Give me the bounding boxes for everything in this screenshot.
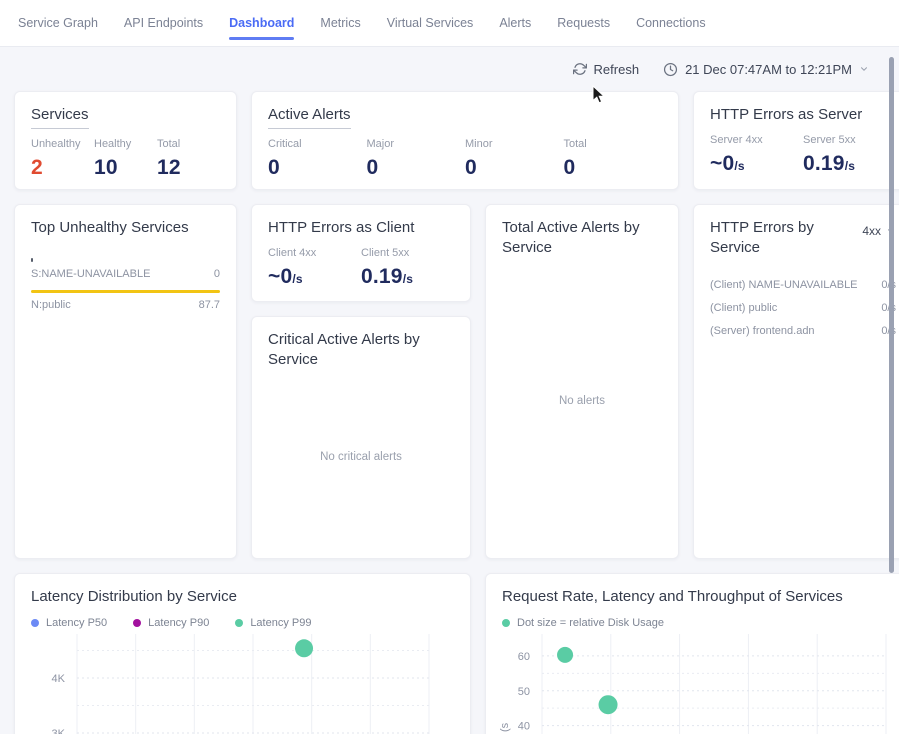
- chart-point[interactable]: [557, 646, 573, 662]
- refresh-button[interactable]: Refresh: [573, 62, 640, 77]
- active-alerts-card-title: Active Alerts: [268, 105, 351, 129]
- stat-total-alerts: Total 0: [564, 138, 663, 180]
- critical-alerts-empty-message: No critical alerts: [268, 369, 454, 545]
- request-rate-card: Request Rate, Latency and Throughput of …: [485, 573, 899, 734]
- http-errors-service-list: (Client) NAME-UNAVAILABLE 0/s (Client) p…: [710, 273, 896, 342]
- http-errors-client-stats: Client 4xx ~0/s Client 5xx 0.19/s: [268, 247, 454, 289]
- unhealthy-bar-item: N:public 87.7: [31, 290, 220, 311]
- tab-connections[interactable]: Connections: [636, 0, 706, 46]
- unhealthy-bar-item: S:NAME-UNAVAILABLE 0: [31, 258, 220, 280]
- svg-text:50: 50: [518, 685, 530, 697]
- request-rate-chart-legend: Dot size = relative Disk Usage: [502, 617, 896, 629]
- top-unhealthy-title: Top Unhealthy Services: [31, 218, 220, 238]
- time-range-picker[interactable]: 21 Dec 07:47AM to 12:21PM: [663, 62, 869, 77]
- service-error-row: (Client) NAME-UNAVAILABLE 0/s: [710, 273, 896, 296]
- svg-text:60: 60: [518, 650, 530, 662]
- bar-label: N:public: [31, 299, 71, 311]
- stat-server-5xx: Server 5xx 0.19/s: [803, 134, 896, 176]
- bar: [31, 258, 33, 262]
- http-errors-client-card: HTTP Errors as Client Client 4xx ~0/s Cl…: [251, 204, 471, 302]
- stat-server-4xx: Server 4xx ~0/s: [710, 134, 803, 176]
- tab-dashboard[interactable]: Dashboard: [229, 0, 294, 46]
- middle-column: HTTP Errors as Client Client 4xx ~0/s Cl…: [251, 204, 471, 559]
- critical-alerts-title: Critical Active Alerts by Service: [268, 330, 428, 369]
- latency-chart-title: Latency Distribution by Service: [31, 587, 454, 607]
- latency-chart-legend: Latency P50 Latency P90 Latency P99: [31, 617, 454, 629]
- unhealthy-bar-chart: S:NAME-UNAVAILABLE 0 N:public 87.7: [31, 258, 220, 311]
- stat-client-5xx: Client 5xx 0.19/s: [361, 247, 454, 289]
- bar-value: 87.7: [199, 299, 220, 311]
- stat-healthy: Healthy 10: [94, 138, 157, 180]
- services-stats: Unhealthy 2 Healthy 10 Total 12: [31, 138, 220, 180]
- critical-alerts-card: Critical Active Alerts by Service No cri…: [251, 316, 471, 559]
- total-alerts-card: Total Active Alerts by Service No alerts: [485, 204, 679, 559]
- svg-text:(s: (s: [499, 722, 511, 732]
- chart-point[interactable]: [295, 639, 313, 657]
- total-alerts-title: Total Active Alerts by Service: [502, 218, 662, 257]
- legend-dot-icon: [235, 619, 243, 627]
- services-card: Services Unhealthy 2 Healthy 10 Total 12: [14, 91, 237, 190]
- svg-text:40: 40: [518, 720, 530, 732]
- service-error-row: (Server) frontend.adn 0/s: [710, 319, 896, 342]
- refresh-icon: [573, 62, 587, 76]
- legend-dot-icon: [31, 619, 39, 627]
- request-rate-chart-canvas: 60 50 40 (s: [502, 634, 890, 734]
- tab-requests[interactable]: Requests: [557, 0, 610, 46]
- http-errors-server-card: HTTP Errors as Server Server 4xx ~0/s Se…: [693, 91, 899, 190]
- svg-text:4K: 4K: [52, 673, 66, 685]
- tab-virtual-services[interactable]: Virtual Services: [387, 0, 474, 46]
- services-card-title: Services: [31, 105, 89, 129]
- latency-chart-canvas: 4K 3K: [31, 634, 421, 734]
- svg-text:3K: 3K: [52, 728, 66, 734]
- http-errors-server-title: HTTP Errors as Server: [710, 105, 896, 125]
- service-error-row: (Client) public 0/s: [710, 296, 896, 319]
- legend-dot-icon: [133, 619, 141, 627]
- time-range-label: 21 Dec 07:47AM to 12:21PM: [685, 62, 852, 77]
- tab-alerts[interactable]: Alerts: [499, 0, 531, 46]
- legend-dot-icon: [502, 619, 510, 627]
- active-alerts-stats: Critical 0 Major 0 Minor 0 Total 0: [268, 138, 662, 180]
- request-rate-chart-title: Request Rate, Latency and Throughput of …: [502, 587, 896, 607]
- http-errors-by-service-title: HTTP Errors by Service: [710, 218, 850, 257]
- stat-client-4xx: Client 4xx ~0/s: [268, 247, 361, 289]
- dashboard-grid: Services Unhealthy 2 Healthy 10 Total 12…: [14, 91, 885, 734]
- bar: [31, 290, 220, 293]
- scrollbar[interactable]: [889, 57, 894, 573]
- tab-metrics[interactable]: Metrics: [320, 0, 360, 46]
- tab-api-endpoints[interactable]: API Endpoints: [124, 0, 203, 46]
- total-alerts-empty-message: No alerts: [502, 257, 662, 545]
- active-alerts-card: Active Alerts Critical 0 Major 0 Minor 0…: [251, 91, 679, 190]
- legend-item[interactable]: Latency P90: [133, 617, 209, 629]
- latency-distribution-card: Latency Distribution by Service Latency …: [14, 573, 471, 734]
- chart-point[interactable]: [599, 695, 618, 714]
- legend-item[interactable]: Latency P50: [31, 617, 107, 629]
- http-errors-client-title: HTTP Errors as Client: [268, 218, 454, 238]
- stat-unhealthy: Unhealthy 2: [31, 138, 94, 180]
- legend-item[interactable]: Dot size = relative Disk Usage: [502, 617, 664, 629]
- http-errors-by-service-card: HTTP Errors by Service 4xx (Client) NAME…: [693, 204, 899, 559]
- stat-major: Major 0: [367, 138, 466, 180]
- tab-service-graph[interactable]: Service Graph: [18, 0, 98, 46]
- stat-critical: Critical 0: [268, 138, 367, 180]
- http-errors-server-stats: Server 4xx ~0/s Server 5xx 0.19/s: [710, 134, 896, 176]
- top-nav: Service Graph API Endpoints Dashboard Me…: [0, 0, 899, 47]
- bar-label: S:NAME-UNAVAILABLE: [31, 268, 150, 280]
- dashboard-toolbar: Refresh 21 Dec 07:47AM to 12:21PM: [0, 47, 899, 91]
- legend-item[interactable]: Latency P99: [235, 617, 311, 629]
- stat-minor: Minor 0: [465, 138, 564, 180]
- stat-total-services: Total 12: [157, 138, 220, 180]
- refresh-label: Refresh: [594, 62, 640, 77]
- chevron-down-icon: [859, 64, 869, 74]
- bar-value: 0: [214, 268, 220, 280]
- clock-icon: [663, 62, 678, 77]
- top-unhealthy-card: Top Unhealthy Services S:NAME-UNAVAILABL…: [14, 204, 237, 559]
